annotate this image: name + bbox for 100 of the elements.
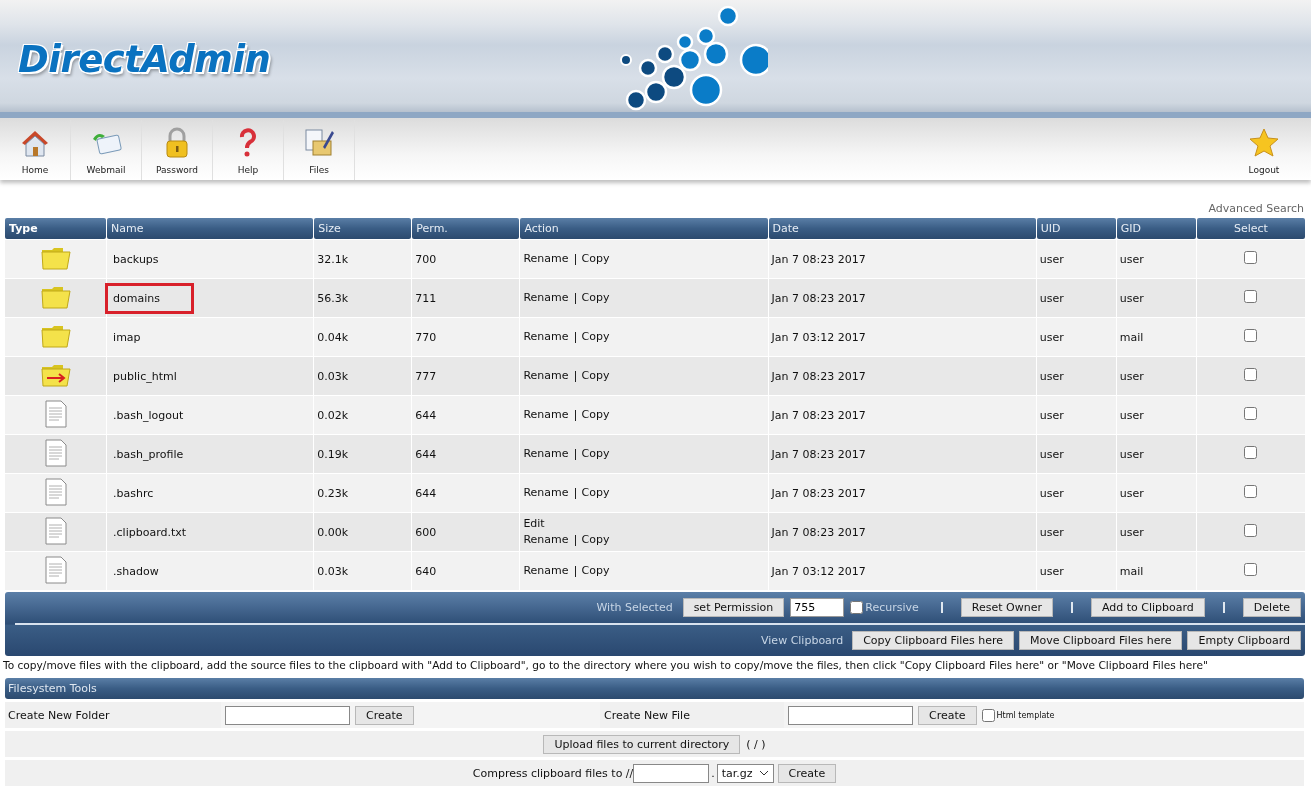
permission-text: 700 xyxy=(415,252,437,266)
view-clipboard-label: View Clipboard xyxy=(761,634,844,647)
date-text: Jan 7 08:23 2017 xyxy=(771,408,866,422)
select-checkbox[interactable] xyxy=(1244,524,1258,537)
compress-button[interactable]: Create xyxy=(777,763,837,783)
uid-text: user xyxy=(1039,486,1064,500)
date-text: Jan 7 08:23 2017 xyxy=(771,525,866,539)
gid-text: mail xyxy=(1119,330,1144,344)
action-link[interactable]: Copy xyxy=(581,251,610,267)
select-checkbox[interactable] xyxy=(1244,407,1258,420)
html-template-checkbox[interactable] xyxy=(981,708,995,722)
date-text: Jan 7 08:23 2017 xyxy=(771,252,866,266)
uid-text: user xyxy=(1039,447,1064,461)
file-name-field[interactable] xyxy=(788,705,913,725)
permission-text: 600 xyxy=(415,525,437,539)
date-text: Jan 7 03:12 2017 xyxy=(771,564,866,578)
action-link[interactable]: Edit xyxy=(523,516,545,532)
gid-text: user xyxy=(1119,486,1144,500)
html-template-label: Html template xyxy=(996,710,1055,720)
action-link[interactable]: Rename xyxy=(523,251,569,267)
action-link[interactable]: Copy xyxy=(581,407,610,423)
recursive-label: Recursive xyxy=(865,601,919,614)
toolbar-button[interactable]: Help xyxy=(213,120,284,180)
size-text: 0.03k xyxy=(317,564,349,578)
action-button[interactable]: Delete xyxy=(1242,598,1301,617)
size-text: 0.04k xyxy=(317,330,349,344)
size-text: 0.02k xyxy=(317,408,349,422)
recursive-checkbox[interactable] xyxy=(850,601,864,614)
action-link[interactable]: Rename xyxy=(523,290,569,306)
select-checkbox[interactable] xyxy=(1244,485,1258,498)
dot-text: . xyxy=(711,766,715,780)
action-link[interactable]: Rename xyxy=(523,532,569,548)
toolbar-button[interactable]: Password xyxy=(142,120,213,180)
column-header: Perm. xyxy=(412,218,520,239)
advanced-search-link[interactable]: Advanced Search xyxy=(1208,202,1304,215)
size-text: 32.1k xyxy=(317,252,349,266)
uid-text: user xyxy=(1039,252,1064,266)
action-link[interactable]: Rename xyxy=(523,407,569,423)
create-folder-button[interactable]: Create xyxy=(355,705,414,725)
file-name-link[interactable]: domains xyxy=(105,282,194,314)
size-text: 0.23k xyxy=(317,486,349,500)
size-text: 56.3k xyxy=(317,291,349,305)
gid-text: user xyxy=(1119,447,1144,461)
section-header: Filesystem Tools xyxy=(5,678,1304,699)
create-file-button[interactable]: Create xyxy=(918,705,977,725)
action-link[interactable]: Rename xyxy=(523,329,569,345)
column-header: Size xyxy=(314,218,412,239)
clipboard-button[interactable]: Move Clipboard Files here xyxy=(1019,631,1183,650)
action-link[interactable]: Rename xyxy=(523,485,569,501)
column-header: GID xyxy=(1116,218,1196,239)
gid-text: user xyxy=(1119,369,1144,383)
size-text: 0.19k xyxy=(317,447,349,461)
action-link[interactable]: Rename xyxy=(523,368,569,384)
set-permission-button[interactable]: set Permission xyxy=(682,598,785,617)
clipboard-button[interactable]: Copy Clipboard Files here xyxy=(852,631,1015,650)
select-checkbox[interactable] xyxy=(1244,290,1258,303)
compress-label: Compress clipboard files to // xyxy=(472,766,634,780)
path-text: ( / ) xyxy=(746,737,766,751)
select-checkbox[interactable] xyxy=(1244,563,1258,576)
action-button[interactable]: Add to Clipboard xyxy=(1090,598,1205,617)
column-header: Date xyxy=(768,218,1036,239)
folder-name-field[interactable] xyxy=(225,705,350,725)
gid-text: user xyxy=(1119,291,1144,305)
select-checkbox[interactable] xyxy=(1244,329,1258,342)
document-icon xyxy=(44,399,67,428)
action-link[interactable]: Copy xyxy=(581,563,610,579)
logout-button[interactable]: Logout xyxy=(1232,120,1296,180)
action-link[interactable]: Copy xyxy=(581,368,610,384)
permission-text: 644 xyxy=(415,486,437,500)
select-checkbox[interactable] xyxy=(1244,446,1258,459)
permission-text: 777 xyxy=(415,369,437,383)
column-header: Name xyxy=(107,218,314,239)
action-button[interactable]: Reset Owner xyxy=(960,598,1053,617)
archive-name-field[interactable] xyxy=(633,763,710,783)
action-link[interactable]: Rename xyxy=(523,563,569,579)
permission-field[interactable]: 755 xyxy=(790,598,845,617)
action-link[interactable]: Copy xyxy=(581,290,610,306)
action-link[interactable]: Rename xyxy=(523,446,569,462)
uid-text: user xyxy=(1039,330,1064,344)
clipboard-button[interactable]: Empty Clipboard xyxy=(1187,631,1301,650)
document-icon xyxy=(44,516,67,545)
gid-text: mail xyxy=(1119,564,1144,578)
select-checkbox[interactable] xyxy=(1244,368,1258,381)
toolbar-button[interactable]: Home xyxy=(0,120,71,180)
upload-button[interactable]: Upload files to current directory xyxy=(543,734,741,754)
action-link[interactable]: Copy xyxy=(581,329,610,345)
gid-text: user xyxy=(1119,252,1144,266)
size-text: 0.00k xyxy=(317,525,349,539)
toolbar-button[interactable]: Webmail xyxy=(71,120,142,180)
star-icon xyxy=(1248,127,1280,159)
uid-text: user xyxy=(1039,564,1064,578)
action-link[interactable]: Copy xyxy=(581,446,610,462)
permission-text: 644 xyxy=(415,408,437,422)
action-link[interactable]: Copy xyxy=(581,485,610,501)
action-link[interactable]: Copy xyxy=(581,532,610,548)
toolbar-button[interactable]: Files xyxy=(284,120,355,180)
logo-text: DirectAdmin xyxy=(18,38,271,81)
select-checkbox[interactable] xyxy=(1244,251,1258,264)
format-dropdown[interactable]: tar.gz xyxy=(716,763,774,783)
date-text: Jan 7 03:12 2017 xyxy=(771,330,866,344)
